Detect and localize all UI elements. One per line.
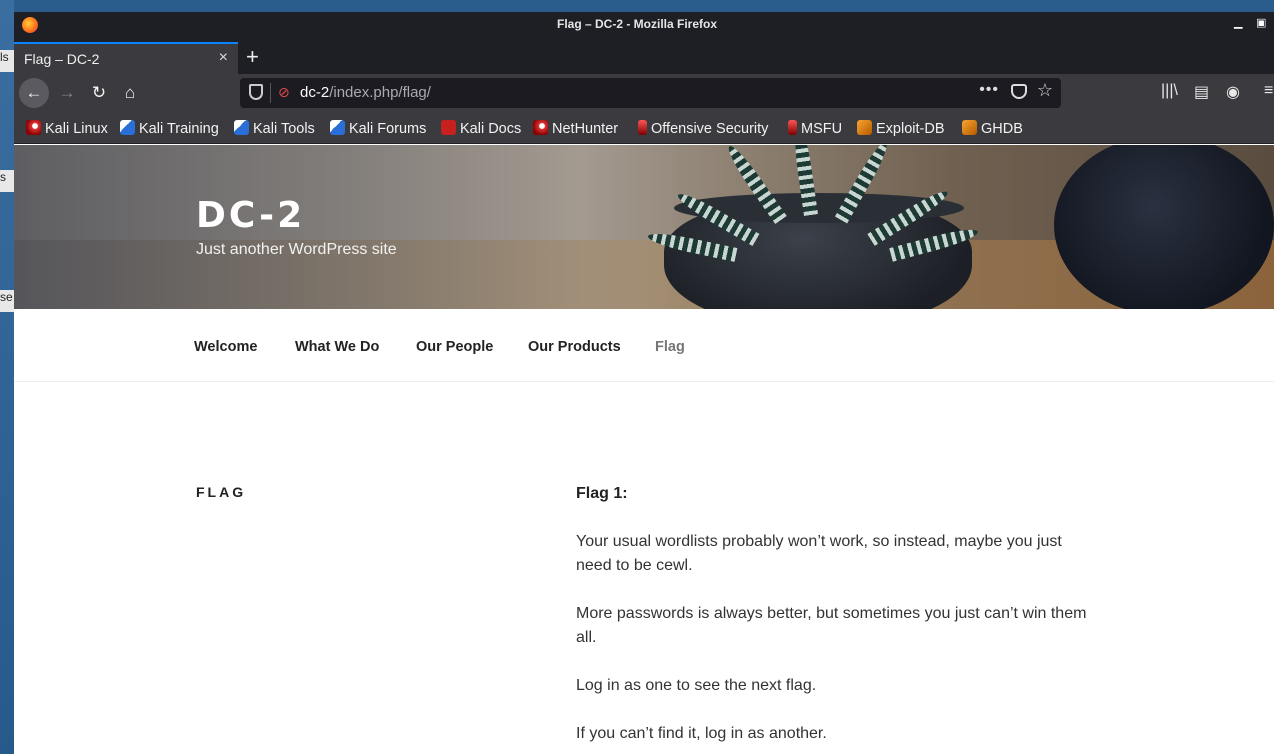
insecure-connection-icon[interactable]: ⊘: [278, 84, 292, 100]
content-paragraph: Log in as one to see the next flag.: [576, 677, 817, 694]
window-title: Flag – DC-2 - Mozilla Firefox: [556, 17, 718, 31]
bookmark-kali-training[interactable]: Kali Training: [120, 120, 219, 137]
library-icon[interactable]: |||\: [1161, 82, 1178, 100]
menu-item-what-we-do[interactable]: What We Do: [295, 339, 379, 355]
bookmark-offensive-security[interactable]: Offensive Security: [638, 120, 768, 137]
back-button[interactable]: ←: [19, 78, 49, 108]
header-image: DC-2 Just another WordPress site: [14, 145, 1274, 309]
flag-heading: Flag 1:: [576, 485, 628, 502]
bookmark-ghdb[interactable]: GHDB: [962, 120, 1023, 137]
entry-content: Flag 1: Your usual wordlists probably wo…: [576, 482, 1096, 754]
kali-icon: [26, 120, 41, 135]
url-text[interactable]: dc-2/index.php/flag/: [300, 84, 431, 101]
pocket-icon[interactable]: [1011, 84, 1027, 99]
nethunter-icon: [533, 120, 548, 135]
bookmark-label: GHDB: [981, 121, 1023, 137]
bookmark-label: Kali Tools: [253, 121, 315, 137]
home-button[interactable]: ⌂: [115, 78, 145, 108]
content-paragraph: If you can’t find it, log in as another.: [576, 725, 827, 742]
window-titlebar: Flag – DC-2 - Mozilla Firefox ▁ ▣: [14, 12, 1274, 40]
bookmark-exploit-db[interactable]: Exploit-DB: [857, 120, 945, 137]
menu-item-flag[interactable]: Flag: [655, 339, 685, 355]
background-pot: [1054, 145, 1274, 309]
browser-window: Flag – DC-2 - Mozilla Firefox ▁ ▣ Flag –…: [14, 12, 1274, 754]
bookmark-kali-forums[interactable]: Kali Forums: [330, 120, 426, 137]
account-icon[interactable]: ◉: [1226, 82, 1240, 102]
url-bar[interactable]: ⊘ dc-2/index.php/flag/ ••• ☆: [240, 78, 1061, 108]
bookmark-label: NetHunter: [552, 121, 619, 137]
kali-training-icon: [120, 120, 135, 135]
maximize-icon[interactable]: ▣: [1256, 18, 1266, 29]
tab-flag[interactable]: Flag – DC-2 ×: [14, 42, 238, 74]
content-paragraph: Your usual wordlists probably won’t work…: [576, 533, 1062, 574]
bookmark-star-icon[interactable]: ☆: [1037, 80, 1053, 101]
sidebar-icon[interactable]: ▤: [1194, 82, 1209, 102]
site-title[interactable]: DC-2: [196, 195, 305, 236]
bookmark-label: Kali Linux: [45, 121, 108, 137]
bookmark-label: MSFU: [801, 121, 843, 137]
bookmark-kali-docs[interactable]: Kali Docs: [441, 120, 521, 137]
bookmark-label: Kali Forums: [349, 121, 427, 137]
desktop-fragment: ls: [0, 50, 14, 72]
kali-tools-icon: [234, 120, 249, 135]
tab-bar: Flag – DC-2 × +: [14, 40, 1274, 74]
tab-title: Flag – DC-2: [24, 51, 100, 67]
desktop-background: ls s se: [0, 0, 14, 754]
new-tab-button[interactable]: +: [246, 44, 259, 70]
url-path: /index.php/flag/: [329, 84, 431, 101]
reload-button[interactable]: ↻: [84, 78, 114, 108]
bookmark-label: Offensive Security: [651, 121, 769, 137]
tracking-protection-icon[interactable]: [249, 84, 263, 100]
web-page: DC-2 Just another WordPress site Welcome…: [14, 145, 1274, 754]
navigation-toolbar: ← → ↻ ⌂ ⊘ dc-2/index.php/flag/ ••• ☆ |||…: [14, 74, 1274, 112]
exploitdb-icon: [857, 120, 872, 135]
msfu-icon: [788, 120, 797, 135]
menu-item-our-people[interactable]: Our People: [416, 339, 493, 355]
content-paragraph: More passwords is always better, but som…: [576, 605, 1087, 646]
url-host: dc-2: [300, 84, 330, 101]
minimize-icon[interactable]: ▁: [1234, 18, 1244, 29]
bookmark-label: Kali Docs: [460, 121, 522, 137]
offsec-icon: [638, 120, 647, 135]
bookmark-nethunter[interactable]: NetHunter: [533, 120, 618, 137]
bookmark-label: Exploit-DB: [876, 121, 945, 137]
menu-item-welcome[interactable]: Welcome: [194, 339, 257, 355]
main-navigation: Welcome What We Do Our People Our Produc…: [14, 309, 1274, 382]
kali-forums-icon: [330, 120, 345, 135]
desktop-fragment: s: [0, 170, 14, 192]
bookmark-label: Kali Training: [139, 121, 219, 137]
bookmark-kali-tools[interactable]: Kali Tools: [234, 120, 315, 137]
bookmarks-toolbar: Kali Linux Kali Training Kali Tools Kali…: [14, 112, 1274, 144]
site-tagline: Just another WordPress site: [196, 241, 397, 258]
ghdb-icon: [962, 120, 977, 135]
desktop-fragment: se: [0, 290, 14, 312]
bookmark-kali-linux[interactable]: Kali Linux: [26, 120, 108, 137]
bookmark-msfu[interactable]: MSFU: [788, 120, 842, 137]
page-actions-icon[interactable]: •••: [979, 81, 999, 99]
page-title: FLAG: [196, 484, 247, 500]
forward-button[interactable]: →: [52, 78, 82, 108]
url-separator: [270, 83, 271, 103]
kali-docs-icon: [441, 120, 456, 135]
close-tab-icon[interactable]: ×: [219, 49, 228, 67]
menu-icon[interactable]: ≡: [1264, 82, 1273, 100]
menu-item-our-products[interactable]: Our Products: [528, 339, 621, 355]
